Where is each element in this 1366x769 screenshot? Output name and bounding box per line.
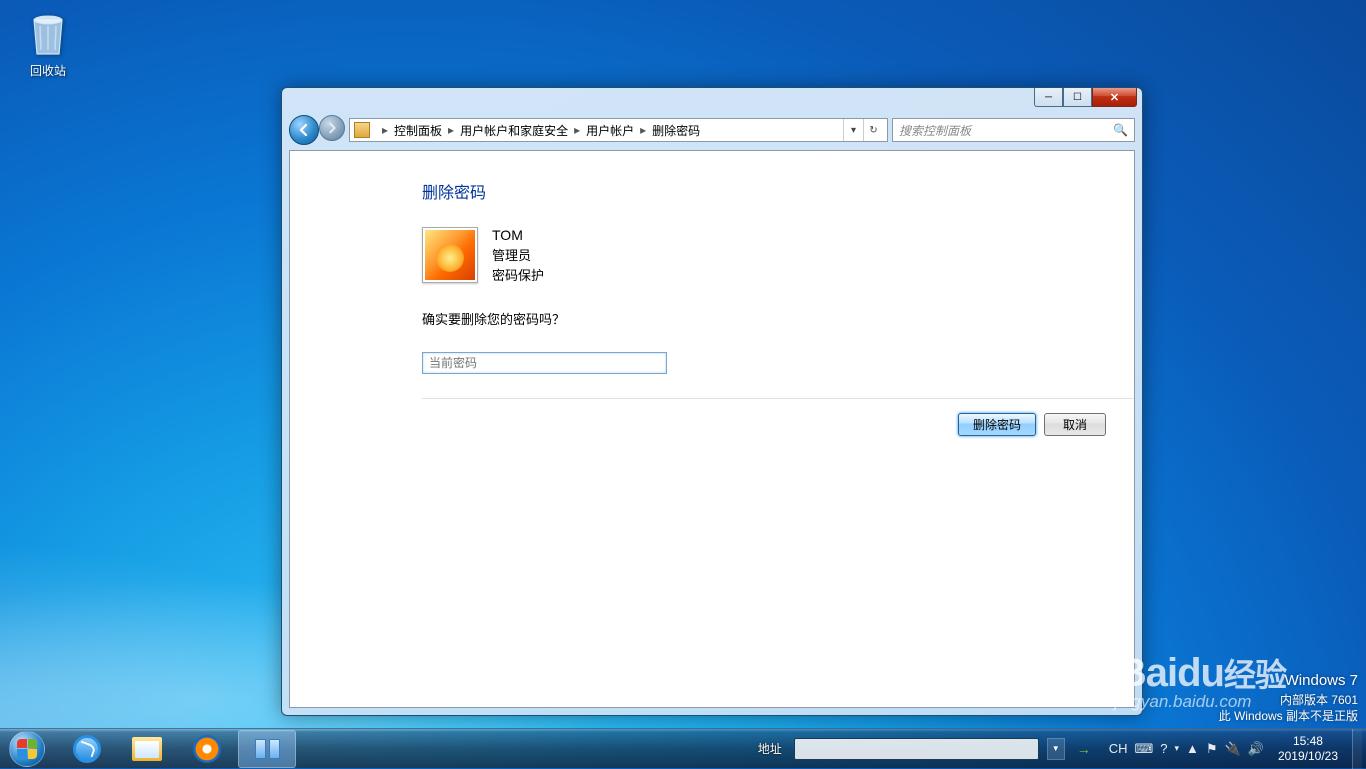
ime-indicator[interactable]: CH: [1109, 741, 1128, 756]
address-bar[interactable]: ▸ 控制面板 ▸ 用户帐户和家庭安全 ▸ 用户帐户 ▸ 删除密码 ▾ ↻: [349, 118, 888, 142]
breadcrumb-sep: ▸: [382, 123, 388, 137]
delete-password-button[interactable]: 删除密码: [958, 413, 1036, 436]
baidu-paw-icon: [1080, 656, 1114, 690]
action-center-icon[interactable]: ⚑: [1206, 741, 1218, 757]
start-button[interactable]: [0, 729, 54, 769]
minimize-button[interactable]: [1034, 88, 1063, 107]
windows-logo-icon: [9, 731, 45, 767]
taskbar-item-ie[interactable]: [58, 730, 116, 768]
volume-icon[interactable]: 🔊: [1248, 741, 1264, 757]
taskbar-item-media-player[interactable]: [178, 730, 236, 768]
page-heading: 删除密码: [422, 179, 1134, 203]
taskbar-item-control-panel[interactable]: [238, 730, 296, 768]
control-panel-icon: [354, 122, 370, 138]
windows-watermark: Windows 7 内部版本 7601 此 Windows 副本不是正版: [1219, 671, 1358, 724]
navbar: ▸ 控制面板 ▸ 用户帐户和家庭安全 ▸ 用户帐户 ▸ 删除密码 ▾ ↻ 搜索控…: [289, 113, 1135, 147]
refresh-button[interactable]: ↻: [863, 119, 883, 141]
tray-expand-icon[interactable]: ▲: [1186, 741, 1199, 756]
cancel-button[interactable]: 取消: [1044, 413, 1106, 436]
recycle-bin-label: 回收站: [14, 62, 82, 79]
search-icon: 🔍: [1113, 123, 1128, 137]
show-desktop-button[interactable]: [1352, 729, 1362, 769]
window-content: 删除密码 TOM 管理员 密码保护 确实要删除您的密码吗？ 删除密码 取消: [289, 150, 1135, 708]
recycle-bin[interactable]: 回收站: [14, 10, 82, 79]
user-block: TOM 管理员 密码保护: [422, 225, 1134, 285]
ime-keyboard-icon[interactable]: ⌨: [1135, 741, 1154, 757]
arrow-right-icon: [326, 122, 338, 134]
titlebar-controls: [1034, 88, 1137, 107]
user-role: 管理员: [492, 246, 544, 266]
taskbar-item-explorer[interactable]: [118, 730, 176, 768]
ime-options-icon[interactable]: ▾: [1175, 743, 1180, 754]
address-dropdown[interactable]: ▾: [843, 119, 863, 141]
breadcrumb-item[interactable]: 用户帐户和家庭安全: [460, 122, 568, 139]
taskbar-clock[interactable]: 15:48 2019/10/23: [1278, 734, 1338, 763]
taskbar-address-input[interactable]: [794, 738, 1039, 760]
nav-forward-button[interactable]: [319, 115, 345, 141]
user-name: TOM: [492, 225, 544, 246]
control-panel-window: ▸ 控制面板 ▸ 用户帐户和家庭安全 ▸ 用户帐户 ▸ 删除密码 ▾ ↻ 搜索控…: [281, 87, 1143, 716]
system-tray: 地址 ▼ → CH ⌨ ? ▾ ▲ ⚑ 🔌 🔊 15:48 2019/10/23: [758, 729, 1366, 769]
search-placeholder: 搜索控制面板: [899, 122, 971, 139]
media-player-icon: [193, 735, 221, 763]
confirm-prompt: 确实要删除您的密码吗？: [422, 309, 1134, 328]
folder-icon: [132, 737, 162, 761]
taskbar: 地址 ▼ → CH ⌨ ? ▾ ▲ ⚑ 🔌 🔊 15:48 2019/10/23: [0, 728, 1366, 768]
current-password-input[interactable]: [422, 352, 667, 374]
breadcrumb-item[interactable]: 控制面板: [394, 122, 442, 139]
ie-icon: [73, 735, 101, 763]
clock-date: 2019/10/23: [1278, 749, 1338, 763]
search-box[interactable]: 搜索控制面板 🔍: [892, 118, 1135, 142]
taskbar-address-go[interactable]: →: [1073, 738, 1095, 760]
address-label: 地址: [758, 740, 782, 757]
taskbar-address-dropdown[interactable]: ▼: [1047, 738, 1065, 760]
breadcrumb-item[interactable]: 删除密码: [652, 122, 700, 139]
nav-back-button[interactable]: [289, 115, 319, 145]
close-button[interactable]: [1092, 88, 1137, 107]
clock-time: 15:48: [1278, 734, 1338, 748]
power-icon[interactable]: 🔌: [1225, 741, 1241, 757]
breadcrumb-item[interactable]: 用户帐户: [586, 122, 634, 139]
arrow-left-icon: [297, 123, 311, 137]
footer-buttons: 删除密码 取消: [422, 399, 1134, 436]
user-protection: 密码保护: [492, 266, 544, 286]
control-panel-taskbar-icon: [255, 739, 280, 759]
maximize-button[interactable]: [1063, 88, 1092, 107]
user-avatar: [422, 227, 478, 283]
recycle-bin-icon: [26, 10, 70, 58]
ime-help-icon[interactable]: ?: [1160, 741, 1167, 756]
